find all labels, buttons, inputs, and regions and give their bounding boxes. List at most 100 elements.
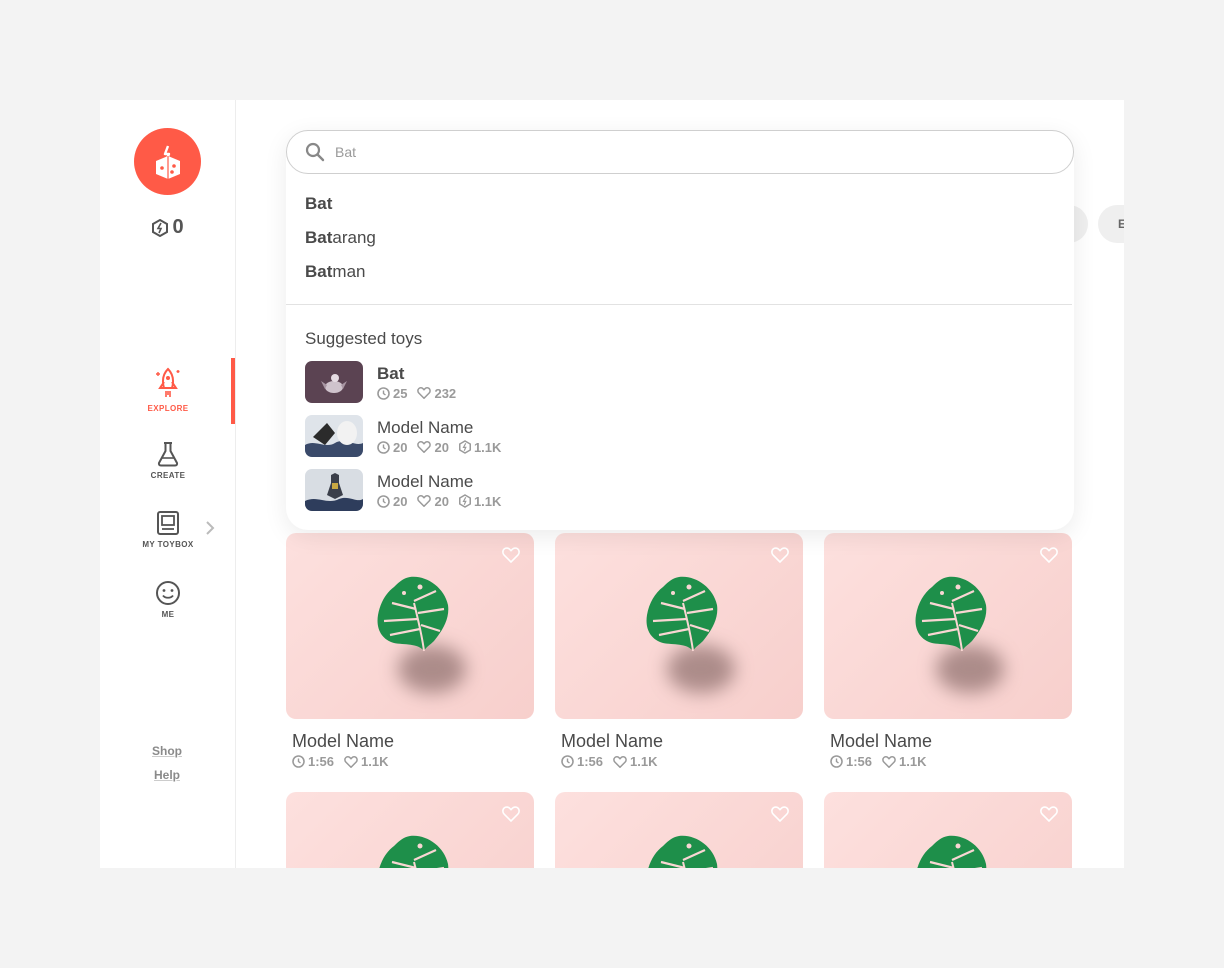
suggested-toys-title: Suggested toys — [305, 329, 423, 348]
help-link[interactable]: Help — [100, 768, 234, 782]
toy-card-title: Model Name — [830, 731, 933, 751]
clock-icon — [830, 755, 843, 768]
sidebar: 0 EXPLORE CREATE MY TOYBOX ME Shop Help — [100, 100, 236, 868]
search-suggestion[interactable]: Batarang — [305, 228, 376, 248]
suggestion-rest: arang — [332, 228, 376, 247]
toy-card-title: Model Name — [561, 731, 664, 751]
monstera-leaf-icon — [377, 576, 449, 652]
heart-icon — [417, 387, 432, 399]
app-window: 0 EXPLORE CREATE MY TOYBOX ME Shop Help … — [100, 100, 1124, 868]
toy-thumbnail — [305, 415, 363, 457]
heart-icon[interactable] — [502, 806, 520, 822]
nav-create-label: CREATE — [150, 471, 186, 480]
heart-icon — [417, 495, 432, 507]
toy-card-time: 1:56 — [577, 754, 604, 769]
toy-card-title: Model Name — [292, 731, 395, 751]
flask-icon — [157, 442, 179, 467]
suggestion-match: Bat — [305, 262, 333, 281]
toy-meta: 20 20 1.1K — [377, 494, 501, 509]
monstera-leaf-icon — [648, 835, 718, 868]
toy-card[interactable]: Model Name 1:56 1.1K — [286, 533, 534, 769]
nav-create[interactable]: CREATE — [100, 441, 236, 480]
toy-coins: 1.1K — [473, 493, 502, 509]
suggestion-rest: man — [332, 262, 366, 281]
coin-icon — [458, 494, 471, 508]
heart-icon[interactable] — [1040, 806, 1058, 822]
heart-icon[interactable] — [1040, 547, 1058, 563]
heart-icon — [882, 755, 896, 768]
toy-time: 20 — [393, 439, 408, 455]
app-logo[interactable] — [134, 128, 201, 195]
clock-icon — [377, 440, 390, 454]
search-bar[interactable] — [286, 130, 1074, 174]
toy-card-likes: 1.1K — [630, 754, 658, 769]
clock-icon — [377, 386, 390, 400]
coin-icon — [458, 440, 471, 454]
toy-card-time: 1:56 — [308, 754, 335, 769]
category-chip-partial[interactable]: E — [1098, 205, 1124, 243]
nav-my-toybox-label: MY TOYBOX — [142, 540, 194, 549]
search-icon — [305, 142, 325, 162]
suggestion-match: Bat — [305, 228, 333, 247]
toy-time: 20 — [393, 493, 408, 509]
dropdown-divider — [286, 304, 1072, 305]
toy-meta: 25 232 — [377, 386, 456, 401]
toy-likes: 20 — [434, 439, 449, 455]
search-input[interactable] — [335, 144, 1015, 160]
toy-meta: 20 20 1.1K — [377, 440, 501, 455]
shop-link[interactable]: Shop — [100, 744, 234, 758]
heart-icon[interactable] — [771, 806, 789, 822]
suggested-toy[interactable]: Model Name 20 20 1.1K — [305, 469, 501, 511]
suggested-toy[interactable]: Model Name 20 20 1.1K — [305, 415, 501, 457]
toy-card[interactable]: Model Name 1:56 1.1K — [824, 533, 1072, 769]
suggested-toy[interactable]: Bat 25 232 — [305, 361, 456, 403]
toy-thumbnail — [305, 469, 363, 511]
clock-icon — [292, 755, 305, 768]
toy-card-likes: 1.1K — [899, 754, 927, 769]
toy-card[interactable] — [555, 792, 803, 868]
heart-icon — [613, 755, 627, 768]
rocket-icon — [156, 367, 180, 397]
heart-icon[interactable] — [502, 547, 520, 563]
suggestion-match: Bat — [305, 194, 333, 213]
toy-card-image — [555, 533, 803, 719]
monstera-leaf-icon — [646, 576, 718, 652]
category-chip-label: E — [1118, 217, 1124, 231]
coin-count: 0 — [172, 216, 184, 238]
search-dropdown: Bat Batarang Batman Suggested toys Bat 2… — [286, 130, 1074, 530]
toy-card-meta: 1:56 1.1K — [830, 754, 1072, 769]
toy-card-image — [824, 533, 1072, 719]
coin-icon — [152, 218, 169, 237]
toy-time: 25 — [393, 385, 408, 401]
toy-card-image — [286, 533, 534, 719]
heart-icon — [417, 441, 432, 453]
smiley-icon — [156, 581, 180, 605]
nav-me-label: ME — [161, 610, 175, 619]
toy-likes: 20 — [434, 493, 449, 509]
toy-card-image — [824, 792, 1072, 868]
nav-me[interactable]: ME — [100, 580, 236, 619]
chevron-right-icon[interactable] — [204, 520, 216, 536]
toy-card[interactable]: Model Name 1:56 1.1K — [555, 533, 803, 769]
toy-card[interactable] — [286, 792, 534, 868]
monstera-leaf-icon — [915, 576, 987, 652]
toy-card-image — [555, 792, 803, 868]
toy-card-time: 1:56 — [846, 754, 873, 769]
coin-balance: 0 — [100, 216, 236, 239]
clock-icon — [561, 755, 574, 768]
toy-coins: 1.1K — [473, 439, 502, 455]
toy-likes: 232 — [434, 385, 457, 401]
clock-icon — [377, 494, 390, 508]
toy-thumbnail — [305, 361, 363, 403]
search-suggestion[interactable]: Bat — [305, 194, 332, 214]
toy-card[interactable] — [824, 792, 1072, 868]
nav-explore-label: EXPLORE — [147, 404, 189, 413]
heart-icon[interactable] — [771, 547, 789, 563]
toy-card-likes: 1.1K — [361, 754, 389, 769]
monstera-leaf-icon — [917, 835, 987, 868]
toy-name: Bat — [377, 363, 405, 383]
toy-card-meta: 1:56 1.1K — [561, 754, 803, 769]
search-suggestion[interactable]: Batman — [305, 262, 365, 282]
nav-explore[interactable]: EXPLORE — [100, 366, 236, 413]
toybox-icon — [157, 511, 179, 535]
